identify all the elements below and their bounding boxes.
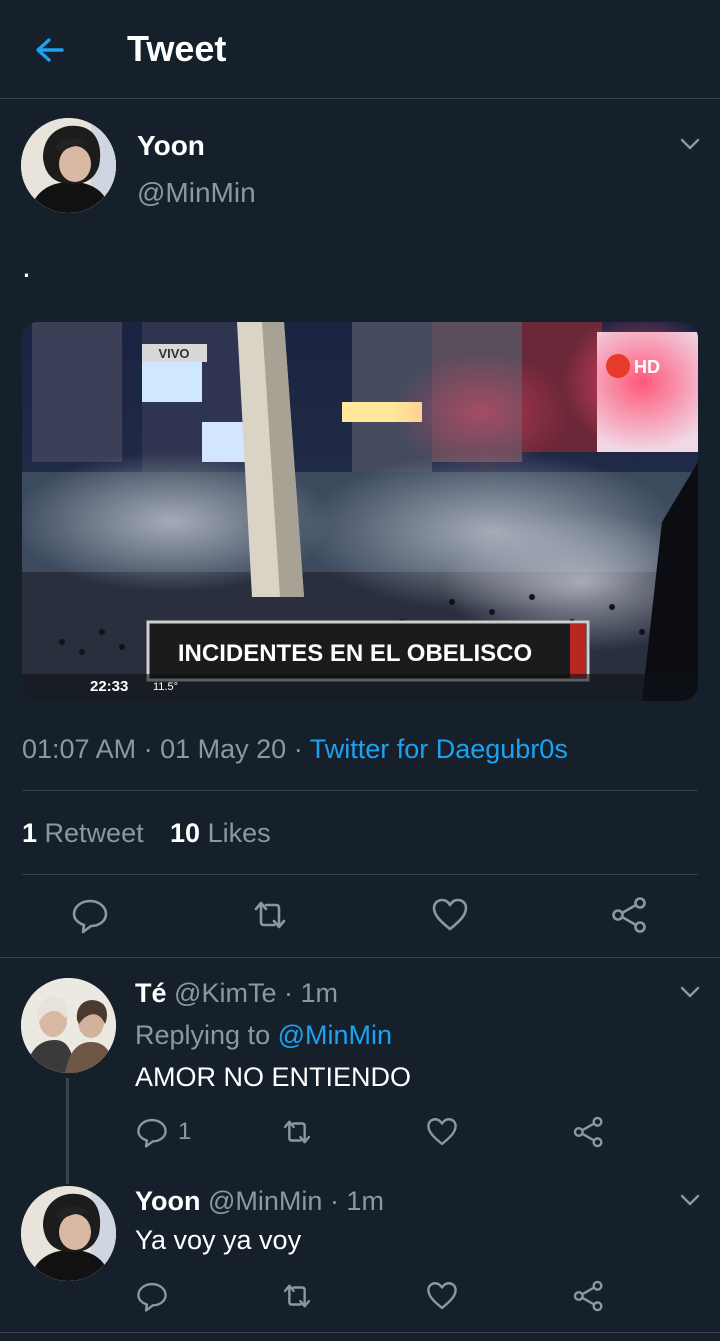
author-name[interactable]: Yoon (137, 130, 205, 162)
share-button[interactable] (572, 1115, 606, 1149)
like-button[interactable] (425, 1279, 459, 1313)
media-channel-logo: HD (634, 357, 660, 377)
reply-author-name[interactable]: Té (135, 978, 167, 1008)
reply-button[interactable] (135, 1115, 169, 1149)
tweet-timestamp-row: 01:07 AM · 01 May 20 · Twitter for Daegu… (22, 734, 568, 765)
author-avatar[interactable] (21, 118, 116, 213)
media-temperature: 11.5° (153, 681, 178, 693)
reply-avatar[interactable] (21, 978, 116, 1073)
retweets-stat[interactable]: 1 Retweet (22, 818, 144, 849)
arrow-left-icon (36, 38, 64, 62)
reply-avatar[interactable] (21, 1186, 116, 1281)
reply-count: 1 (178, 1118, 192, 1145)
news-broadcast-image: VIVO HD INCIDENTES EN EL OBELISCO 22:33 … (22, 322, 698, 701)
reply-text: Ya voy ya voy (135, 1225, 302, 1255)
replying-to-prefix: Replying to (135, 1020, 271, 1050)
tweet-text: . (22, 248, 31, 284)
media-vivo-label: VIVO (158, 346, 189, 361)
page-title: Tweet (127, 28, 227, 69)
share-button[interactable] (572, 1279, 606, 1313)
timestamp-separator: · (293, 734, 303, 764)
chevron-down-icon (680, 138, 700, 150)
like-button[interactable] (425, 1115, 459, 1149)
retweets-count: 1 (22, 818, 38, 848)
chevron-down-icon (680, 986, 700, 998)
share-icon (573, 1280, 603, 1312)
divider (0, 957, 720, 958)
reply-author-handle[interactable]: @KimTe (174, 978, 276, 1008)
reply-icon (72, 899, 108, 934)
replying-to-handle[interactable]: @MinMin (278, 1020, 392, 1050)
retweet-button[interactable] (280, 1115, 314, 1149)
likes-stat[interactable]: 10 Likes (170, 818, 271, 849)
reply-header: Té @KimTe · 1m (135, 978, 338, 1009)
tweet-time: 01:07 AM (22, 734, 137, 764)
share-icon (573, 1116, 603, 1148)
retweet-button[interactable] (250, 895, 290, 935)
more-options-button[interactable] (679, 133, 701, 155)
reply-author-name[interactable]: Yoon (135, 1186, 200, 1216)
reply-text: AMOR NO ENTIENDO (135, 1062, 412, 1092)
retweet-icon (283, 1120, 311, 1144)
retweet-icon (254, 901, 286, 929)
reply-button[interactable] (70, 895, 110, 935)
heart-icon (427, 1282, 457, 1310)
heart-icon (432, 898, 468, 931)
divider (22, 874, 698, 875)
reply-header: Yoon @MinMin · 1m (135, 1186, 384, 1217)
retweets-label: Retweet (44, 818, 144, 848)
retweet-button[interactable] (280, 1279, 314, 1313)
timestamp-separator: · (143, 734, 153, 764)
reply-more-options-button[interactable] (679, 981, 701, 1003)
divider (22, 790, 698, 791)
reply-author-handle[interactable]: @MinMin (208, 1186, 322, 1216)
thread-line (66, 1078, 69, 1184)
media-clock: 22:33 (90, 678, 128, 695)
author-handle[interactable]: @MinMin (137, 177, 256, 209)
tweet-date: 01 May 20 (160, 734, 287, 764)
app-header: Tweet (0, 0, 720, 99)
reply-time: · 1m (329, 1186, 384, 1216)
tweet-media[interactable]: VIVO HD INCIDENTES EN EL OBELISCO 22:33 … (22, 322, 698, 701)
chevron-down-icon (680, 1194, 700, 1206)
share-button[interactable] (610, 895, 650, 935)
reply-more-options-button[interactable] (679, 1189, 701, 1211)
likes-label: Likes (207, 818, 271, 848)
reply-icon (137, 1118, 167, 1148)
like-button[interactable] (430, 895, 470, 935)
share-icon (612, 897, 646, 933)
likes-count: 10 (170, 818, 201, 848)
retweet-icon (283, 1284, 311, 1308)
replying-to-line: Replying to @MinMin (135, 1020, 392, 1051)
media-headline: INCIDENTES EN EL OBELISCO (178, 640, 532, 667)
tweet-source-link[interactable]: Twitter for Daegubr0s (310, 734, 568, 764)
divider (0, 1332, 720, 1333)
heart-icon (427, 1118, 457, 1146)
reply-time: · 1m (283, 978, 338, 1008)
reply-button[interactable] (135, 1279, 169, 1313)
reply-icon (137, 1282, 167, 1312)
back-button[interactable] (30, 30, 70, 70)
